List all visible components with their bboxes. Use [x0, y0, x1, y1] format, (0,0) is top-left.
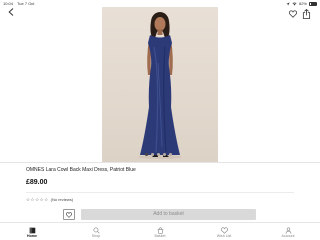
battery-percent: 82% [298, 1, 307, 6]
account-icon [285, 227, 291, 234]
status-bar: 10:04 Tue 7 Oct 82% [0, 0, 320, 7]
tab-label: Wish List [216, 234, 232, 238]
carousel-dot[interactable] [169, 153, 172, 156]
add-to-basket-button[interactable]: Add to basket [81, 209, 256, 220]
tab-shop[interactable]: Shop [78, 226, 114, 239]
dress-model-illustration [138, 12, 182, 159]
back-button[interactable] [8, 8, 14, 19]
tab-label: Basket [154, 234, 166, 238]
add-to-wishlist-button[interactable] [63, 209, 75, 220]
carousel-dot[interactable] [151, 153, 154, 156]
tab-basket[interactable]: Basket [142, 226, 178, 239]
share-icon[interactable] [302, 9, 311, 19]
wishlist-heart-icon[interactable] [289, 10, 297, 18]
tab-account[interactable]: Account [270, 226, 306, 239]
status-right: 82% [286, 0, 317, 7]
heart-icon [220, 226, 228, 234]
product-image[interactable] [102, 7, 218, 162]
status-date: Tue 7 Oct [17, 1, 35, 6]
chevron-left-icon [8, 8, 14, 16]
carousel-dot[interactable] [157, 153, 160, 156]
divider [26, 192, 294, 193]
tab-label: Account [281, 234, 295, 238]
tab-label: Shop [91, 234, 101, 238]
divider [0, 162, 320, 163]
carousel-dot[interactable] [163, 153, 166, 156]
location-icon [286, 1, 290, 6]
wifi-icon [292, 2, 297, 6]
search-icon [93, 227, 100, 234]
battery-icon [309, 1, 317, 6]
rating-stars: ☆☆☆☆☆ [26, 197, 49, 202]
home-icon [29, 227, 35, 233]
product-title: OMNES Lara Cowl Back Maxi Dress, Patriot… [26, 167, 136, 173]
product-rating[interactable]: ☆☆☆☆☆ (No reviews) [26, 197, 73, 203]
carousel-dot[interactable] [145, 153, 148, 156]
reviews-count: (No reviews) [50, 197, 74, 202]
image-carousel-dots [145, 153, 172, 156]
tab-label: Home [27, 234, 37, 238]
basket-icon [157, 226, 163, 234]
tab-wish-list[interactable]: Wish List [206, 226, 242, 239]
status-time: 10:04 [3, 1, 14, 6]
heart-icon [66, 211, 72, 218]
product-price: £89.00 [26, 179, 48, 186]
bottom-tab-bar: Home Shop Basket Wish List Account [0, 222, 320, 240]
tab-home[interactable]: Home [14, 226, 50, 239]
